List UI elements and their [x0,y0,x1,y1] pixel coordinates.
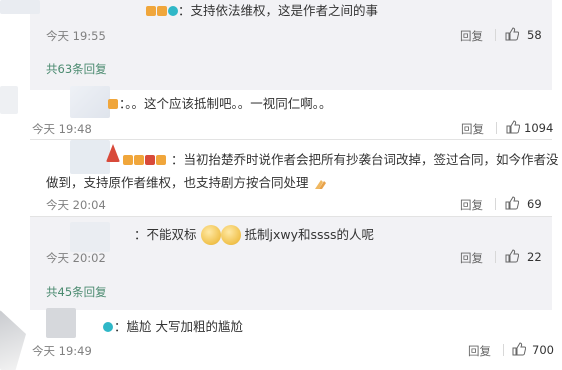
comment-time: 今天 20:02 [46,251,106,265]
more-replies-link[interactable]: 共45条回复 [46,284,107,300]
divider [503,344,504,356]
thumbs-up-icon[interactable] [505,27,519,41]
avatar[interactable] [70,222,110,252]
vip-badge-icon [146,6,156,16]
verified-icon [168,6,178,16]
divider [495,29,496,41]
fan-badge-icon [145,155,155,165]
like-count: 1094 [524,121,554,135]
divider [495,198,496,210]
more-replies-link[interactable]: 共63条回复 [46,61,107,77]
reply-button[interactable]: 回复 [460,250,483,266]
like-count: 22 [527,250,542,264]
avatar[interactable] [0,0,40,14]
comment-text-a: ：不能双标 [134,227,197,242]
avatar[interactable] [46,308,76,338]
comment-time: 今天 19:55 [46,29,106,43]
user-badges [123,155,166,165]
thumbs-up-icon[interactable] [505,196,519,210]
thumbs-up-icon[interactable] [512,342,526,356]
thumbs-up-icon[interactable] [505,249,519,263]
divider [496,122,497,134]
avatar-fragment [0,310,26,370]
comment-time: 今天 19:48 [32,122,92,136]
reply-button[interactable]: 回复 [468,343,491,359]
smile-emoji-icon [220,224,241,245]
comment-text: ：尴尬 大写加粗的尴尬 [114,319,243,334]
like-count: 69 [527,197,542,211]
comment-time: 今天 19:49 [32,344,92,358]
vip-badge-icon [123,155,133,165]
thumbs-up-icon[interactable] [506,120,520,134]
comment-time: 今天 20:04 [46,198,106,212]
comment-text-line-2-text: 做到，支持原作者维权，也支持剧方按合同处理 [46,175,309,190]
comment-text-b: 抵制jxwy和ssss的人呢 [244,227,375,242]
comment-text: ：不能双标 抵制jxwy和ssss的人呢 [134,224,375,246]
user-badges [103,322,113,332]
user-badges [146,6,178,16]
avatar[interactable] [70,140,110,174]
reply-button[interactable]: 回复 [460,28,483,44]
smile-emoji-icon [200,224,221,245]
comment-text-line-1: ：当初抬楚乔时说作者会把所有抄袭台词改掉，签过合同，如今作者没 [171,152,559,167]
clap-emoji-icon [314,179,326,189]
comment-text: ：。。这个应该抵制吧。。一视同仁啊。。 [119,96,332,111]
comment-text: ：支持依法维权，这是作者之间的事 [178,3,379,18]
reply-button[interactable]: 回复 [460,197,483,213]
member-badge-icon [157,6,167,16]
avatar-fragment [0,86,18,114]
vip-badge-icon [108,99,118,109]
member-badge-icon [134,155,144,165]
reply-button[interactable]: 回复 [461,121,484,137]
user-badges [108,99,118,109]
level-badge-icon [156,155,166,165]
divider [495,251,496,263]
verified-icon [103,322,113,332]
like-count: 700 [532,343,554,357]
comment-text-line-2: 做到，支持原作者维权，也支持剧方按合同处理 [46,173,329,193]
avatar[interactable] [70,86,110,118]
like-count: 58 [527,28,542,42]
